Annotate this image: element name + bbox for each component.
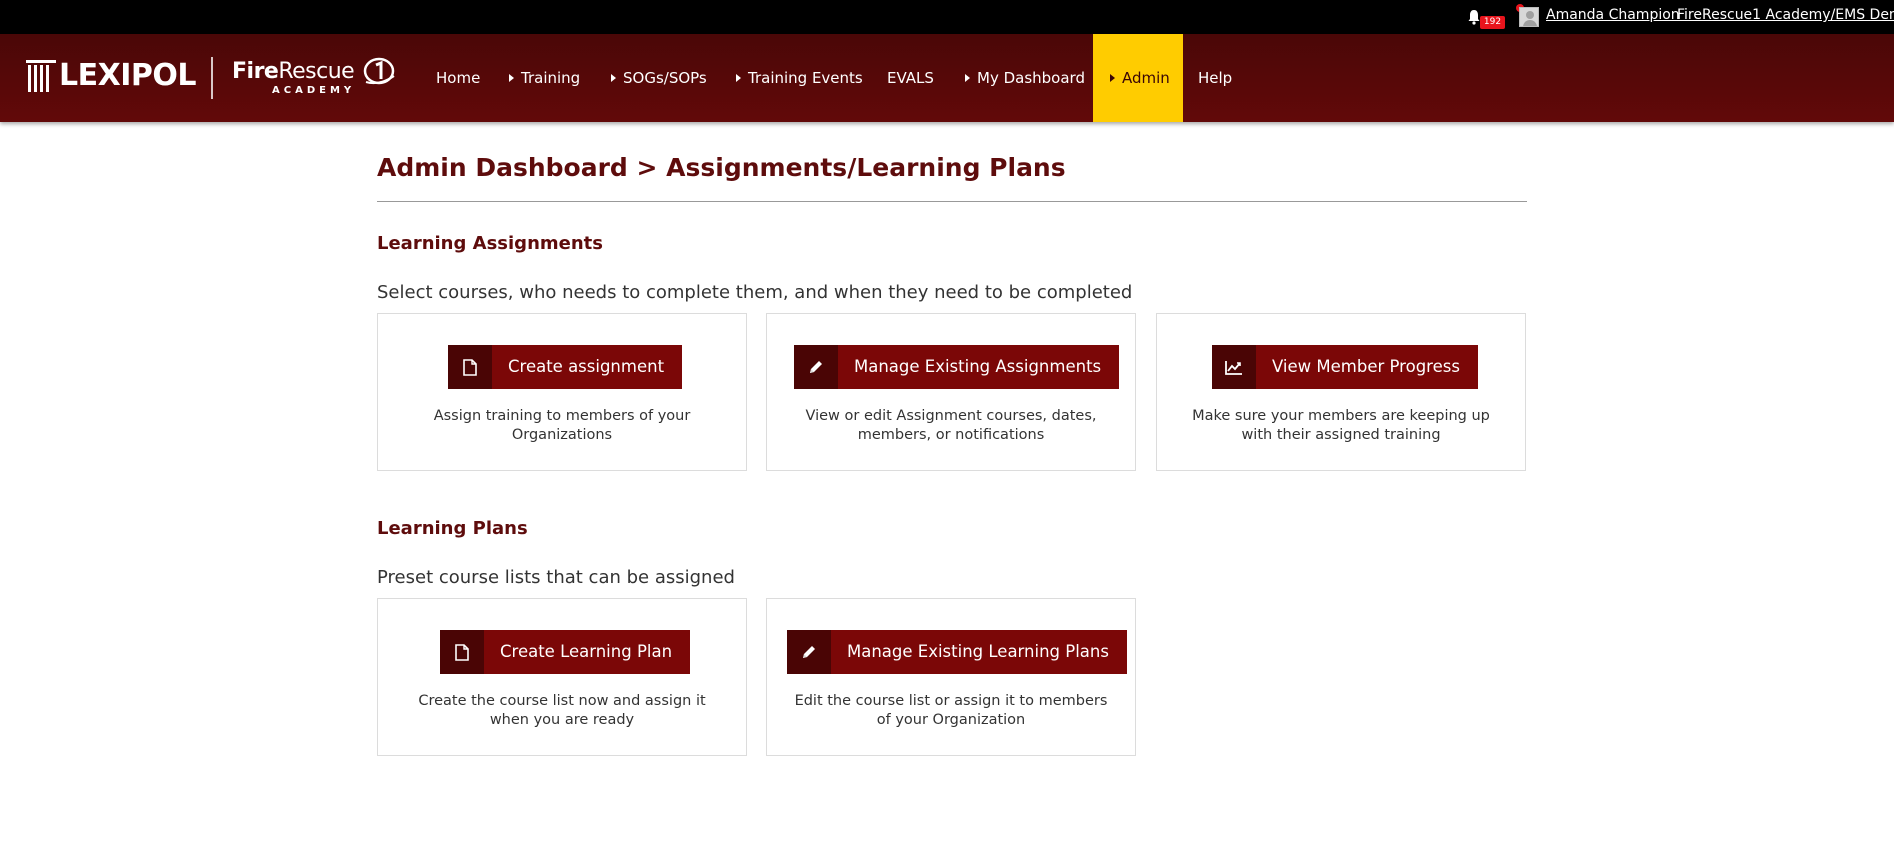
user-name-link[interactable]: Amanda Champion	[1546, 7, 1680, 23]
nav-home[interactable]: Home	[436, 34, 480, 122]
pencil-icon	[787, 630, 831, 674]
fr-fire-text: Fire	[232, 59, 279, 84]
file-icon	[440, 630, 484, 674]
caret-right-icon	[736, 74, 741, 82]
manage-existing-assignments-button[interactable]: Manage Existing Assignments	[794, 345, 1120, 389]
lexipol-wordmark: LEXIPOL	[59, 58, 197, 93]
nav-training-events-label: Training Events	[748, 69, 863, 87]
fr-rescue-text: Rescue	[278, 59, 355, 84]
caret-right-icon	[509, 74, 514, 82]
bell-icon[interactable]	[1467, 9, 1481, 25]
create-learning-plan-button-label: Create Learning Plan	[500, 642, 673, 661]
create-assignment-description: Assign training to members of your Organ…	[433, 408, 691, 443]
create-learning-plan-card: Create Learning Plan Create the course l…	[377, 598, 747, 756]
manage-existing-learning-plans-button[interactable]: Manage Existing Learning Plans	[787, 630, 1127, 674]
manage-learning-plans-description: Edit the course list or assign it to mem…	[794, 693, 1108, 728]
view-member-progress-button[interactable]: View Member Progress	[1212, 345, 1478, 389]
firerescue-one-emblem-icon	[363, 57, 395, 85]
learning-plans-description: Preset course lists that can be assigned	[377, 567, 735, 588]
pencil-icon	[794, 345, 838, 389]
manage-existing-assignments-button-label: Manage Existing Assignments	[854, 357, 1102, 376]
nav-sogs-sops-label: SOGs/SOPs	[623, 69, 707, 87]
manage-assignments-card: Manage Existing Assignments View or edit…	[766, 313, 1136, 471]
view-member-progress-button-label: View Member Progress	[1272, 357, 1460, 376]
firerescue-academy-logo[interactable]: FireRescue ACADEMY	[232, 56, 396, 102]
academy-wordmark: ACADEMY	[272, 85, 356, 96]
create-assignment-button-label: Create assignment	[508, 357, 665, 376]
create-assignment-card: Create assignment Assign training to mem…	[377, 313, 747, 471]
file-icon	[448, 345, 492, 389]
learning-plans-heading: Learning Plans	[377, 518, 528, 539]
page-title: Admin Dashboard > Assignments/Learning P…	[377, 153, 1066, 182]
firerescue-wordmark: FireRescue	[232, 59, 355, 84]
nav-my-dashboard[interactable]: My Dashboard	[965, 34, 1085, 122]
learning-assignments-heading: Learning Assignments	[377, 233, 603, 254]
nav-evals-label: EVALS	[887, 69, 934, 87]
caret-right-icon	[965, 74, 970, 82]
organization-link[interactable]: FireRescue1 Academy/EMS Demo	[1677, 7, 1894, 23]
member-progress-description: Make sure your members are keeping up wi…	[1192, 408, 1490, 443]
top-utility-bar: 192 Amanda Champion FireRescue1 Academy/…	[0, 0, 1894, 34]
caret-right-icon	[611, 74, 616, 82]
nav-training[interactable]: Training	[509, 34, 580, 122]
nav-my-dashboard-label: My Dashboard	[977, 69, 1085, 87]
manage-assignments-description: View or edit Assignment courses, dates, …	[805, 408, 1097, 443]
main-navigation: LEXIPOL FireRescue ACADEMY Home Training…	[0, 34, 1894, 122]
create-learning-plan-description: Create the course list now and assign it…	[418, 693, 706, 728]
title-divider	[377, 201, 1527, 202]
nav-help[interactable]: Help	[1198, 34, 1232, 122]
create-learning-plan-button[interactable]: Create Learning Plan	[440, 630, 691, 674]
nav-home-label: Home	[436, 69, 481, 87]
nav-training-label: Training	[521, 69, 581, 87]
learning-assignments-description: Select courses, who needs to complete th…	[377, 282, 1133, 303]
member-progress-card: View Member Progress Make sure your memb…	[1156, 313, 1526, 471]
nav-help-label: Help	[1198, 69, 1233, 87]
manage-existing-learning-plans-button-label: Manage Existing Learning Plans	[847, 642, 1109, 661]
nav-admin-label: Admin	[1122, 69, 1170, 87]
lexipol-columns-icon	[26, 60, 56, 92]
create-assignment-button[interactable]: Create assignment	[448, 345, 683, 389]
nav-evals[interactable]: EVALS	[887, 34, 934, 122]
nav-sogs-sops[interactable]: SOGs/SOPs	[611, 34, 707, 122]
notification-count-badge[interactable]: 192	[1480, 16, 1505, 29]
avatar[interactable]	[1519, 7, 1539, 27]
logo-divider	[211, 57, 213, 99]
manage-learning-plans-card: Manage Existing Learning Plans Edit the …	[766, 598, 1136, 756]
chart-line-icon	[1212, 345, 1256, 389]
nav-training-events[interactable]: Training Events	[736, 34, 863, 122]
caret-right-icon	[1110, 74, 1115, 82]
nav-admin[interactable]: Admin	[1093, 34, 1183, 122]
